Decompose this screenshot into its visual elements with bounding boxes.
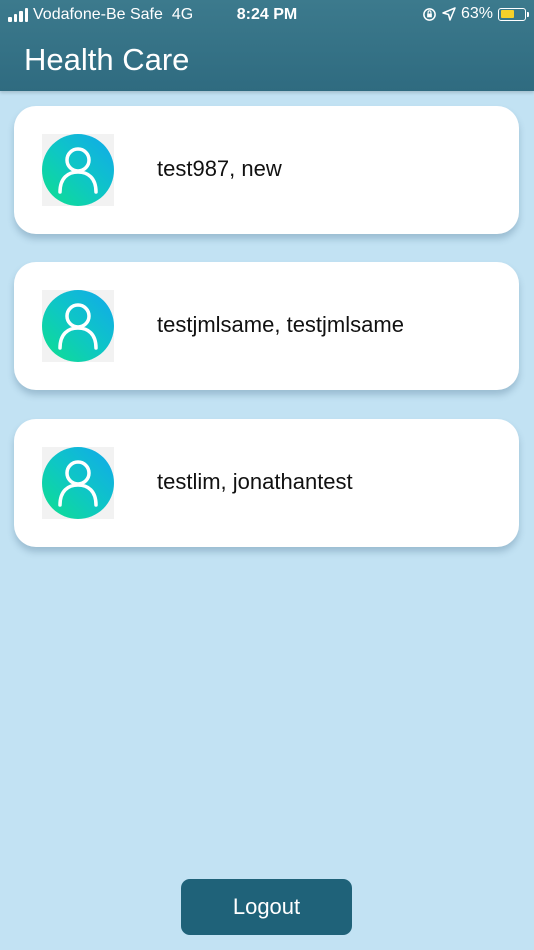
avatar [42,447,114,519]
battery-icon [498,7,529,21]
battery-percent: 63% [460,5,493,22]
user-avatar-icon [42,290,114,362]
user-avatar-icon [42,447,114,519]
app-header: Vodafone-Be Safe 4G 8:24 PM 63% Health C… [0,0,534,91]
battery-fill [500,10,515,18]
avatar [42,134,114,206]
avatar [42,290,114,362]
logout-button[interactable]: Logout [181,879,352,935]
patient-card[interactable]: test987, new [14,106,519,234]
patient-name: testjmlsame, testjmlsame [157,312,404,337]
status-right: 63% [422,5,529,23]
page-title: Health Care [24,42,190,77]
orientation-lock-icon [423,7,436,21]
status-bar: Vodafone-Be Safe 4G 8:24 PM 63% [0,0,534,32]
patient-name: testlim, jonathantest [157,469,353,494]
patient-name: test987, new [157,156,282,181]
user-avatar-icon [42,134,114,206]
location-arrow-icon [442,7,456,21]
patient-card[interactable]: testlim, jonathantest [14,419,519,547]
patient-card[interactable]: testjmlsame, testjmlsame [14,262,519,390]
